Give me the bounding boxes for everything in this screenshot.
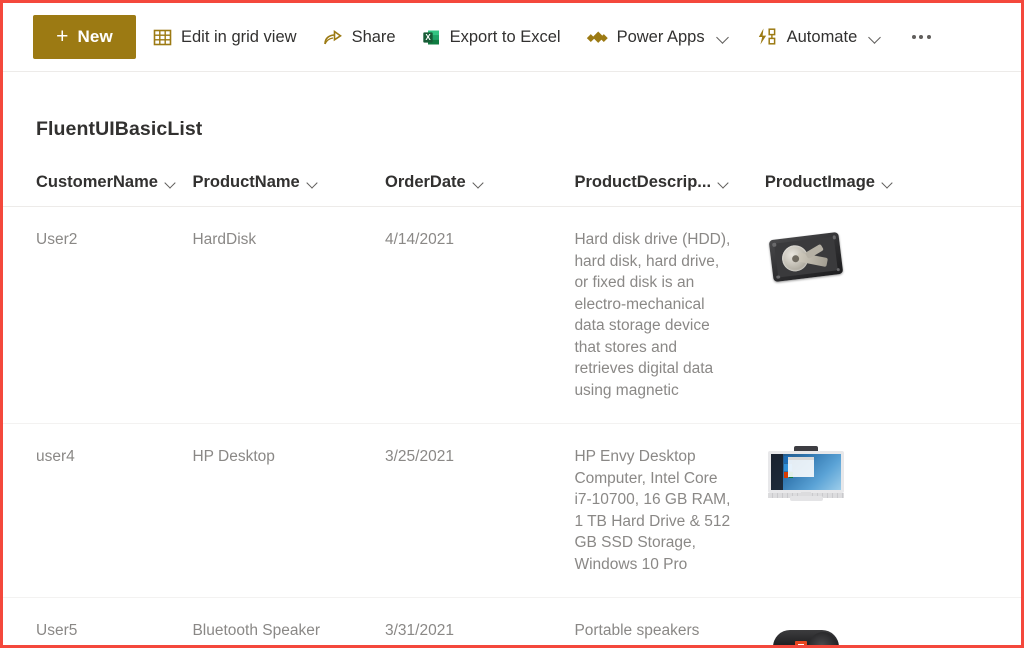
- hard-disk-drive-photo: [765, 225, 847, 287]
- svg-text:X: X: [425, 33, 431, 42]
- chevron-down-icon: [715, 29, 731, 45]
- dot: [926, 35, 931, 39]
- chevron-down-icon: [471, 175, 487, 191]
- cell-customername: User5: [36, 622, 78, 639]
- share-icon: [322, 27, 344, 48]
- table-row[interactable]: User5 Bluetooth Speaker 3/31/2021 Portab…: [3, 598, 1021, 645]
- column-header-label: ProductImage: [764, 173, 875, 191]
- page-title: FluentUIBasicList: [36, 118, 203, 140]
- column-header-label: CustomerName: [36, 173, 158, 191]
- column-header-label: ProductDescrip...: [574, 173, 712, 191]
- column-header-label: ProductName: [192, 173, 300, 191]
- dot: [911, 35, 916, 39]
- new-button[interactable]: + New: [33, 15, 136, 59]
- dot: [919, 35, 924, 39]
- cell-productimage: [764, 423, 1021, 598]
- bluetooth-speaker-photo: [765, 616, 847, 645]
- share-label: Share: [351, 27, 396, 46]
- excel-icon: X: [421, 27, 442, 48]
- automate-label: Automate: [786, 27, 858, 46]
- cell-orderdate: 3/31/2021: [384, 622, 454, 639]
- grid-view-icon: [152, 27, 173, 48]
- table-row[interactable]: User2 HardDisk 4/14/2021 Hard disk drive…: [3, 206, 1021, 424]
- chevron-down-icon: [867, 29, 883, 45]
- power-apps-label: Power Apps: [616, 27, 705, 46]
- cell-productname: HardDisk: [192, 206, 385, 424]
- cell-customername: user4: [3, 423, 193, 598]
- cell-productname: HP Desktop: [192, 423, 385, 598]
- automate-button[interactable]: Automate: [747, 15, 893, 59]
- app-frame: + New Edit in grid view Share X Export t…: [0, 0, 1024, 648]
- edit-in-grid-view-button[interactable]: Edit in grid view: [143, 15, 306, 59]
- column-header-productimage[interactable]: ProductImage: [764, 173, 1021, 207]
- cell-productimage: [765, 598, 1021, 645]
- chevron-down-icon: [880, 175, 896, 191]
- export-to-excel-label: Export to Excel: [449, 27, 561, 46]
- cell-orderdate: 4/14/2021: [384, 206, 575, 424]
- column-header-label: OrderDate: [384, 173, 466, 191]
- plus-icon: +: [56, 24, 69, 48]
- cell-productdescription: HP Envy Desktop Computer, Intel Core i7-…: [574, 423, 765, 598]
- command-bar: + New Edit in grid view Share X Export t…: [3, 3, 1021, 72]
- list-container: FluentUIBasicList CustomerName ProductNa: [3, 72, 1021, 645]
- column-header-customername[interactable]: CustomerName: [3, 173, 193, 207]
- edit-in-grid-view-label: Edit in grid view: [181, 27, 297, 46]
- chevron-down-icon: [305, 175, 321, 191]
- table-row[interactable]: user4 HP Desktop 3/25/2021 HP Envy Deskt…: [3, 423, 1021, 598]
- column-header-productname[interactable]: ProductName: [192, 173, 385, 207]
- cell-productname: Bluetooth Speaker: [192, 622, 320, 639]
- export-to-excel-button[interactable]: X Export to Excel: [412, 15, 570, 59]
- more-options-button[interactable]: [904, 15, 938, 59]
- cell-orderdate: 3/25/2021: [384, 423, 575, 598]
- table-header-row: CustomerName ProductName OrderDate Produ…: [3, 173, 1021, 207]
- power-apps-button[interactable]: Power Apps: [577, 15, 740, 59]
- cell-customername: User2: [3, 206, 193, 424]
- column-header-orderdate[interactable]: OrderDate: [384, 173, 575, 207]
- chevron-down-icon: [163, 175, 179, 191]
- cell-productdescription: Hard disk drive (HDD), hard disk, hard d…: [574, 206, 765, 424]
- automate-icon: [756, 26, 779, 48]
- chevron-down-icon: [716, 175, 732, 191]
- items-table: CustomerName ProductName OrderDate Produ…: [3, 173, 1021, 645]
- column-header-productdescription[interactable]: ProductDescrip...: [574, 173, 765, 207]
- new-button-label: New: [77, 27, 113, 46]
- cell-productdescription: Portable speakers continue to improve, w…: [574, 622, 714, 645]
- cell-productimage: [764, 206, 1021, 424]
- share-button[interactable]: Share: [313, 15, 405, 59]
- power-apps-icon: [586, 27, 609, 48]
- hp-all-in-one-desktop-photo: [765, 442, 847, 504]
